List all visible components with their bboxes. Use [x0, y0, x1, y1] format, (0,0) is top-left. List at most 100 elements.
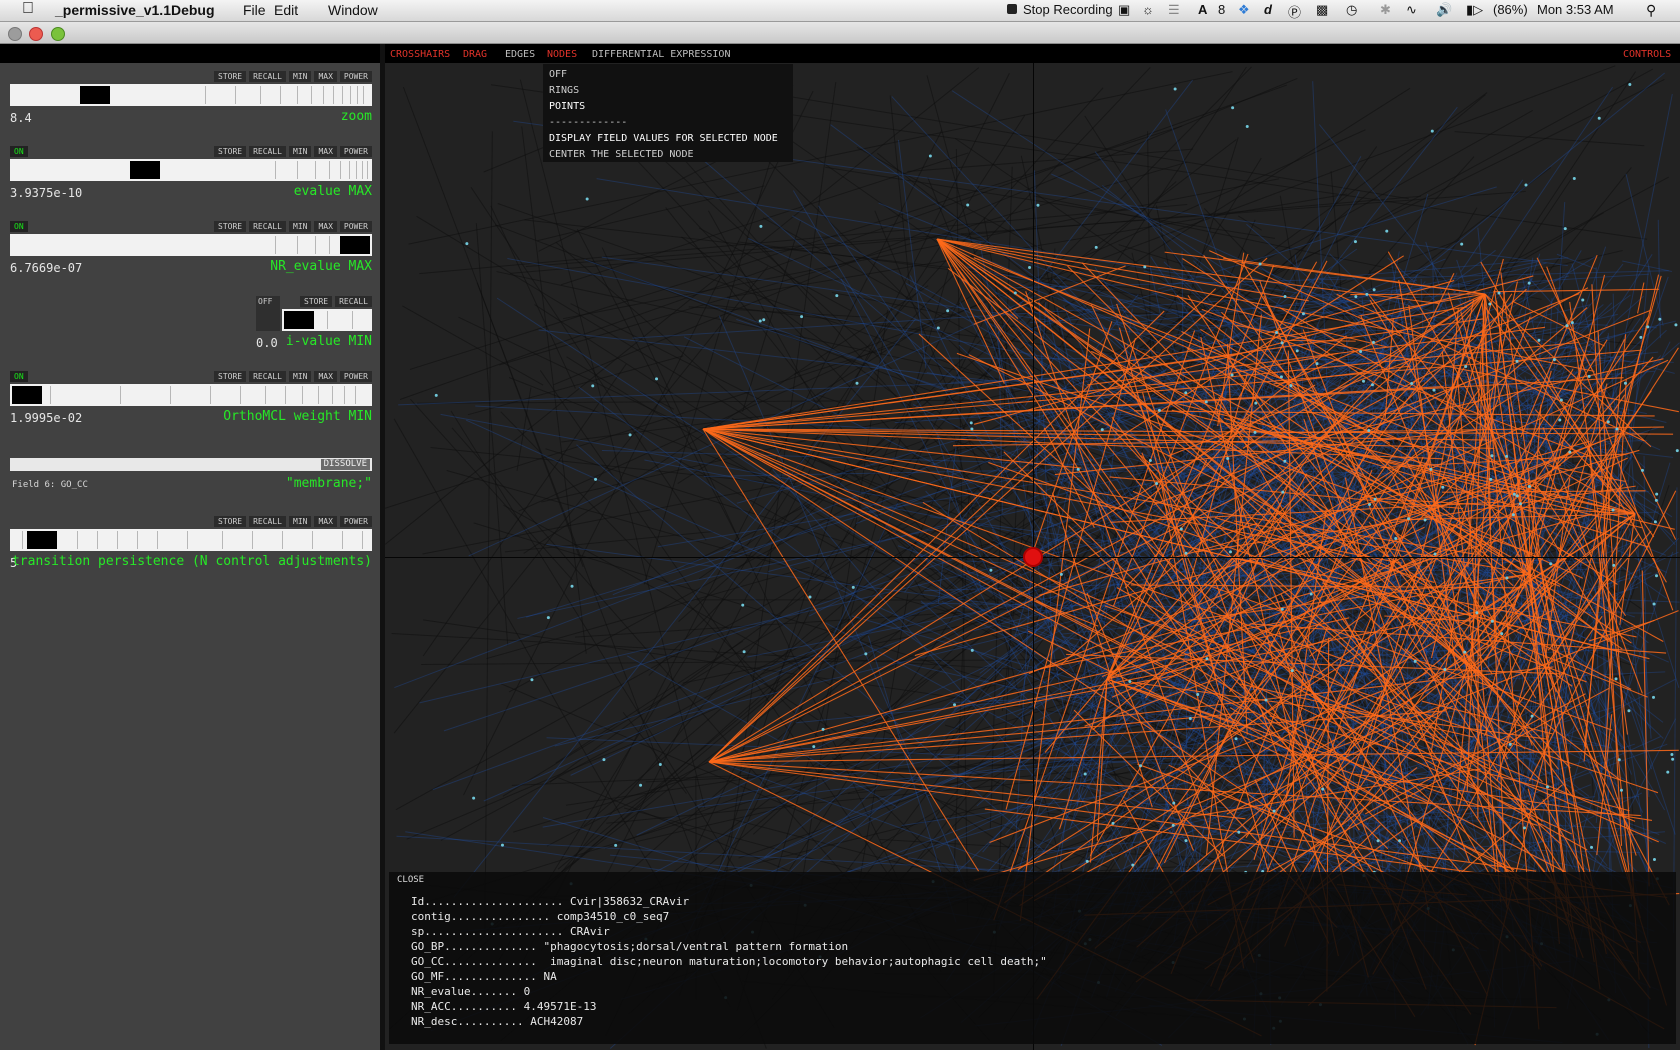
menu-file[interactable]: File — [243, 2, 266, 18]
clock[interactable]: Mon 3:53 AM — [1537, 2, 1614, 17]
store-button[interactable]: STORE — [300, 296, 333, 307]
adobe-icon[interactable]: A — [1198, 2, 1207, 17]
max-button[interactable]: MAX — [314, 71, 337, 82]
store-button[interactable]: STORE — [214, 146, 247, 157]
max-button[interactable]: MAX — [314, 221, 337, 232]
info-row-go-cc: GO_CC.............. imaginal disc;neuron… — [411, 955, 1047, 968]
store-button[interactable]: STORE — [214, 71, 247, 82]
i-value-min-value: 0.0 — [256, 336, 278, 350]
menu-window[interactable]: Window — [328, 2, 378, 18]
power-button[interactable]: POWER — [339, 146, 372, 157]
transition-persistence-label: transition persistence (N control adjust… — [11, 554, 372, 569]
info-value: imaginal disc;neuron maturation;locomoto… — [543, 955, 1047, 968]
nodes-option-display-field-values[interactable]: DISPLAY FIELD VALUES FOR SELECTED NODE — [549, 133, 778, 144]
transition-persistence-slider[interactable] — [10, 529, 372, 551]
zoom-slider[interactable] — [10, 84, 372, 106]
min-button[interactable]: MIN — [289, 371, 312, 382]
recall-button[interactable]: RECALL — [249, 516, 286, 527]
slider-knob[interactable] — [284, 311, 314, 329]
evalue-max-value: 3.9375e-10 — [10, 186, 83, 200]
volume-icon[interactable]: 🔊 — [1436, 2, 1452, 18]
zoom-value: 8.4 — [10, 111, 32, 125]
info-key: GO_MF — [411, 970, 445, 983]
evernote-icon[interactable]: ▣ — [1118, 2, 1130, 18]
store-button[interactable]: STORE — [214, 221, 247, 232]
min-button[interactable]: MIN — [289, 146, 312, 157]
selected-node[interactable] — [1023, 547, 1043, 567]
info-row-contig: contig............... comp34510_c0_seq7 — [411, 910, 670, 923]
info-value: ACH42087 — [530, 1015, 584, 1028]
recall-button[interactable]: RECALL — [249, 146, 286, 157]
menu-edges[interactable]: EDGES — [505, 49, 535, 60]
recall-button[interactable]: RECALL — [249, 371, 286, 382]
bars-icon[interactable]: ☰ — [1168, 2, 1180, 18]
dictionary-icon[interactable]: d — [1264, 2, 1272, 17]
power-button[interactable]: POWER — [339, 71, 372, 82]
wifi-icon[interactable]: ∿ — [1406, 2, 1417, 18]
nodes-option-off[interactable]: OFF — [549, 69, 567, 80]
store-button[interactable]: STORE — [214, 516, 247, 527]
orthomcl-weight-min-slider[interactable] — [10, 384, 372, 406]
battery-icon[interactable]: ▮▷ — [1466, 2, 1483, 18]
power-button[interactable]: POWER — [339, 371, 372, 382]
dissolve-button[interactable]: DISSOLVE — [320, 459, 370, 470]
disabled-dot-icon — [8, 27, 22, 41]
slider-knob[interactable] — [27, 531, 57, 549]
store-button[interactable]: STORE — [214, 371, 247, 382]
evalue-max-control: ON STORE RECALL MIN MAX POWER 3.9375e-10… — [10, 146, 372, 206]
app-menu[interactable]: _permissive_v1.1Debug — [55, 2, 215, 18]
spotlight-search-icon[interactable]: ⚲ — [1646, 2, 1656, 19]
min-button[interactable]: MIN — [289, 516, 312, 527]
on-toggle[interactable]: ON — [10, 221, 28, 232]
slider-knob[interactable] — [340, 236, 370, 254]
off-toggle[interactable]: OFF — [258, 296, 272, 307]
slider-ticks — [22, 531, 372, 549]
menu-drag[interactable]: DRAG — [463, 49, 487, 60]
brightness-icon[interactable]: ☼ — [1142, 2, 1154, 17]
min-button[interactable]: MIN — [289, 221, 312, 232]
zoom-window-icon[interactable] — [51, 27, 65, 41]
bluetooth-icon[interactable]: ✱ — [1380, 2, 1391, 18]
slider-knob[interactable] — [80, 86, 110, 104]
recall-button[interactable]: RECALL — [249, 221, 286, 232]
zoom-buttons: STORE RECALL MIN MAX POWER — [214, 71, 372, 82]
evalue-max-slider[interactable] — [10, 159, 372, 181]
slider-knob[interactable] — [130, 161, 160, 179]
dissolve-bar[interactable]: DISSOLVE — [10, 458, 372, 471]
nodes-option-center-selected[interactable]: CENTER THE SELECTED NODE — [549, 149, 694, 160]
nodes-option-points[interactable]: POINTS — [549, 101, 585, 112]
menu-differential-expression[interactable]: DIFFERENTIAL EXPRESSION — [592, 49, 730, 60]
time-machine-icon[interactable]: ◷ — [1346, 2, 1357, 18]
zoom-control: STORE RECALL MIN MAX POWER 8.4 zoom — [10, 71, 372, 131]
apple-menu-icon[interactable]:  — [22, 0, 34, 18]
slider-knob[interactable] — [12, 386, 42, 404]
battery-percent: (86%) — [1493, 2, 1528, 17]
close-button[interactable]: CLOSE — [397, 875, 424, 885]
nodes-option-rings[interactable]: RINGS — [549, 85, 579, 96]
close-window-icon[interactable] — [29, 27, 43, 41]
menu-controls[interactable]: CONTROLS — [1623, 49, 1671, 60]
min-button[interactable]: MIN — [289, 71, 312, 82]
max-button[interactable]: MAX — [314, 516, 337, 527]
menu-edit[interactable]: Edit — [274, 2, 298, 18]
on-toggle[interactable]: ON — [10, 146, 28, 157]
nr-evalue-max-slider[interactable] — [10, 234, 372, 256]
recall-button[interactable]: RECALL — [335, 296, 372, 307]
stop-recording-icon[interactable] — [1007, 4, 1017, 14]
display-icon[interactable]: ▩ — [1316, 2, 1328, 18]
max-button[interactable]: MAX — [314, 146, 337, 157]
max-button[interactable]: MAX — [314, 371, 337, 382]
menu-crosshairs[interactable]: CROSSHAIRS — [390, 49, 450, 60]
recall-button[interactable]: RECALL — [249, 71, 286, 82]
on-toggle[interactable]: ON — [10, 371, 28, 382]
menu-nodes[interactable]: NODES — [547, 49, 577, 60]
network-visualization[interactable]: CROSSHAIRS DRAG EDGES NODES DIFFERENTIAL… — [385, 44, 1680, 1050]
dropbox-icon[interactable]: ❖ — [1238, 2, 1250, 18]
i-value-min-slider[interactable] — [282, 309, 372, 331]
power-button[interactable]: POWER — [339, 221, 372, 232]
power-button[interactable]: POWER — [339, 516, 372, 527]
accessibility-icon[interactable]: Ⓟ — [1288, 2, 1301, 21]
off-toggle-area[interactable]: OFF — [256, 296, 280, 331]
info-row-go-bp: GO_BP.............. "phagocytosis;dorsal… — [411, 940, 849, 953]
stop-recording[interactable]: Stop Recording — [1023, 2, 1113, 17]
